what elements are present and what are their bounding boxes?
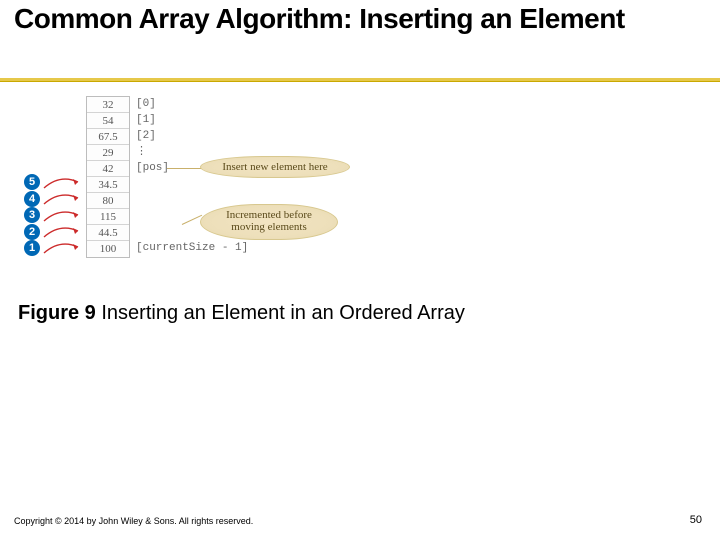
array-cell: 29 xyxy=(87,145,129,161)
step-badge: 2 xyxy=(24,224,40,240)
array-cell: 115 xyxy=(87,209,129,225)
array-cell: 44.5 xyxy=(87,225,129,241)
step-badge: 1 xyxy=(24,240,40,256)
shift-arrow-icon xyxy=(42,241,84,255)
array-cell: 32 xyxy=(87,97,129,113)
array-cell: 54 xyxy=(87,113,129,129)
figure-number: Figure 9 xyxy=(18,302,96,324)
figure-diagram: 5 4 3 2 1 32 54 67.5 29 42 34.5 80 115 4… xyxy=(14,96,414,296)
callout-increment: Incremented before moving elements xyxy=(200,204,338,240)
array-table: 32 54 67.5 29 42 34.5 80 115 44.5 100 xyxy=(86,96,130,258)
step-badge: 4 xyxy=(24,191,40,207)
step-badge: 5 xyxy=(24,174,40,190)
shift-arrow-icon xyxy=(42,192,84,206)
array-cell: 100 xyxy=(87,241,129,257)
index-label: [currentSize - 1] xyxy=(136,240,248,256)
index-label: [0] xyxy=(136,96,248,112)
array-cell: 34.5 xyxy=(87,177,129,193)
shift-arrows xyxy=(42,176,84,257)
callout-insert: Insert new element here xyxy=(200,156,350,178)
index-label xyxy=(136,176,248,192)
step-badge: 3 xyxy=(24,207,40,223)
step-badges: 5 4 3 2 1 xyxy=(24,174,40,257)
figure-caption: Figure 9 Inserting an Element in an Orde… xyxy=(18,302,465,325)
shift-arrow-icon xyxy=(42,209,84,223)
title-underline-shadow xyxy=(0,81,720,82)
index-label: [1] xyxy=(136,112,248,128)
slide: Common Array Algorithm: Inserting an Ele… xyxy=(0,0,720,540)
page-number: 50 xyxy=(690,514,702,526)
shift-arrow-icon xyxy=(42,176,84,190)
figure-title: Inserting an Element in an Ordered Array xyxy=(96,302,465,324)
slide-title: Common Array Algorithm: Inserting an Ele… xyxy=(14,4,694,35)
index-label: [2] xyxy=(136,128,248,144)
callout-text: moving elements xyxy=(231,222,306,234)
shift-arrow-icon xyxy=(42,225,84,239)
callout-text: Insert new element here xyxy=(222,161,327,173)
array-cell: 67.5 xyxy=(87,129,129,145)
copyright-text: Copyright © 2014 by John Wiley & Sons. A… xyxy=(14,516,253,526)
callout-connector xyxy=(167,168,201,169)
array-cell: 42 xyxy=(87,161,129,177)
array-cell: 80 xyxy=(87,193,129,209)
